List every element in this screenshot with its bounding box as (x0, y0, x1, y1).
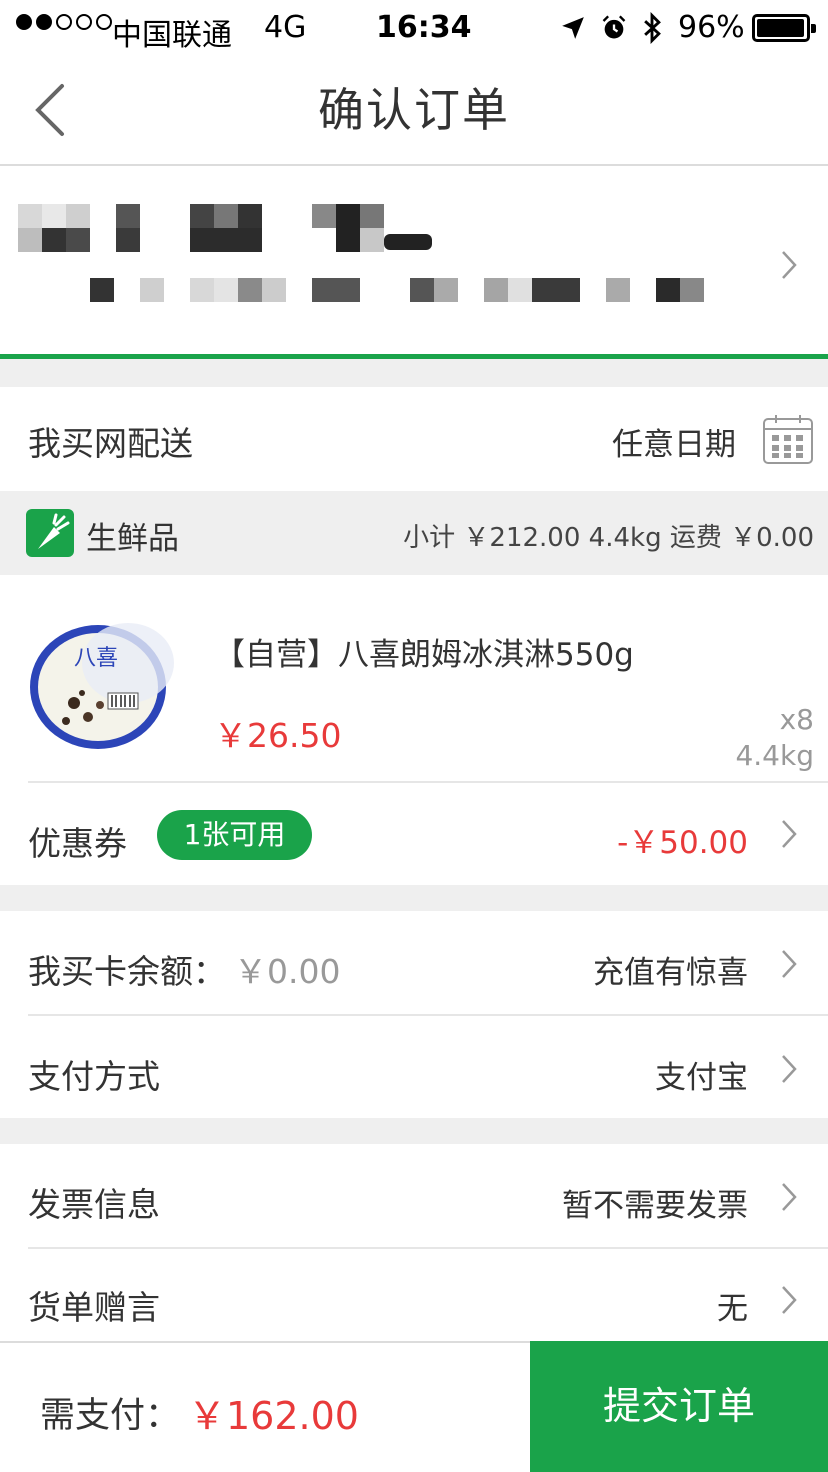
delivery-label: 我买网配送 (28, 424, 193, 463)
chevron-left-icon[interactable] (30, 82, 74, 138)
card-balance-row[interactable]: 我买卡余额： ￥0.00 充值有惊喜 (0, 911, 828, 1015)
delivery-row: 我买网配送 任意日期 (0, 387, 828, 491)
status-bar: 中国联通 4G 16:34 96% (0, 0, 828, 56)
total-amount: ￥162.00 (188, 1394, 359, 1438)
payment-label: 支付方式 (28, 1057, 160, 1096)
calendar-icon[interactable] (762, 413, 814, 465)
section-gap (0, 359, 828, 387)
invoice-row[interactable]: 发票信息 暂不需要发票 (0, 1144, 828, 1248)
product-name: 【自营】八喜朗姆冰淇淋550g (214, 637, 634, 673)
recharge-link[interactable]: 充值有惊喜 (593, 947, 748, 992)
battery-icon (752, 14, 816, 42)
product-price: ￥26.50 (214, 716, 342, 755)
chevron-right-icon (782, 1055, 797, 1083)
network-type: 4G (264, 10, 307, 45)
product-weight: 4.4kg (735, 739, 814, 772)
product-image: 八喜 (30, 623, 174, 749)
signal-strength-icon (16, 14, 112, 30)
carrot-icon (26, 509, 74, 557)
status-time: 16:34 (376, 10, 472, 45)
card-balance-label: 我买卡余额： (28, 952, 226, 991)
section-gap (0, 885, 828, 911)
payment-method-row[interactable]: 支付方式 支付宝 (0, 1016, 828, 1118)
delivery-date[interactable]: 任意日期 (560, 419, 736, 464)
carrier-name: 中国联通 (112, 18, 232, 53)
chevron-right-icon (782, 1286, 797, 1314)
chevron-right-icon (782, 1183, 797, 1211)
category-name: 生鲜品 (86, 521, 179, 557)
alarm-clock-icon (602, 15, 626, 39)
product-quantity: x8 (779, 703, 814, 736)
nav-bar: 确认订单 (0, 56, 828, 166)
status-icons (560, 12, 662, 44)
product-item[interactable]: 八喜 【自营】八喜朗姆冰淇淋550g ￥26.50 x8 4.4kg (0, 575, 828, 783)
chevron-right-icon (782, 251, 797, 279)
delivery-address[interactable] (0, 166, 828, 356)
gift-message-row[interactable]: 货单赠言 无 (0, 1249, 828, 1341)
gift-label: 货单赠言 (28, 1288, 160, 1327)
section-gap (0, 1118, 828, 1144)
battery-percent: 96% (678, 10, 745, 45)
coupon-label: 优惠券 (28, 824, 127, 863)
coupon-row[interactable]: 优惠券 1张可用 -￥50.00 (0, 783, 828, 885)
payment-value: 支付宝 (655, 1060, 748, 1096)
product-image-brand: 八喜 (74, 646, 118, 671)
total-label: 需支付： (40, 1396, 181, 1436)
category-summary: 小计 ￥212.00 4.4kg 运费 ￥0.00 (403, 523, 814, 553)
gift-value: 无 (717, 1291, 748, 1327)
location-arrow-icon (562, 17, 584, 39)
invoice-value: 暂不需要发票 (562, 1188, 748, 1224)
page-title: 确认订单 (318, 83, 510, 137)
submit-order-button[interactable]: 提交订单 (530, 1341, 828, 1472)
checkout-footer: 需支付： ￥162.00 提交订单 (0, 1341, 828, 1472)
invoice-label: 发票信息 (28, 1185, 160, 1224)
bluetooth-icon (644, 12, 661, 44)
card-balance-value: ￥0.00 (234, 952, 341, 991)
redacted-address-image (18, 204, 704, 302)
coupon-discount: -￥50.00 (617, 825, 748, 861)
category-header: 生鲜品 小计 ￥212.00 4.4kg 运费 ￥0.00 (0, 491, 828, 575)
chevron-right-icon (782, 820, 797, 848)
coupon-available-badge[interactable]: 1张可用 (157, 810, 312, 860)
chevron-right-icon (782, 950, 797, 978)
